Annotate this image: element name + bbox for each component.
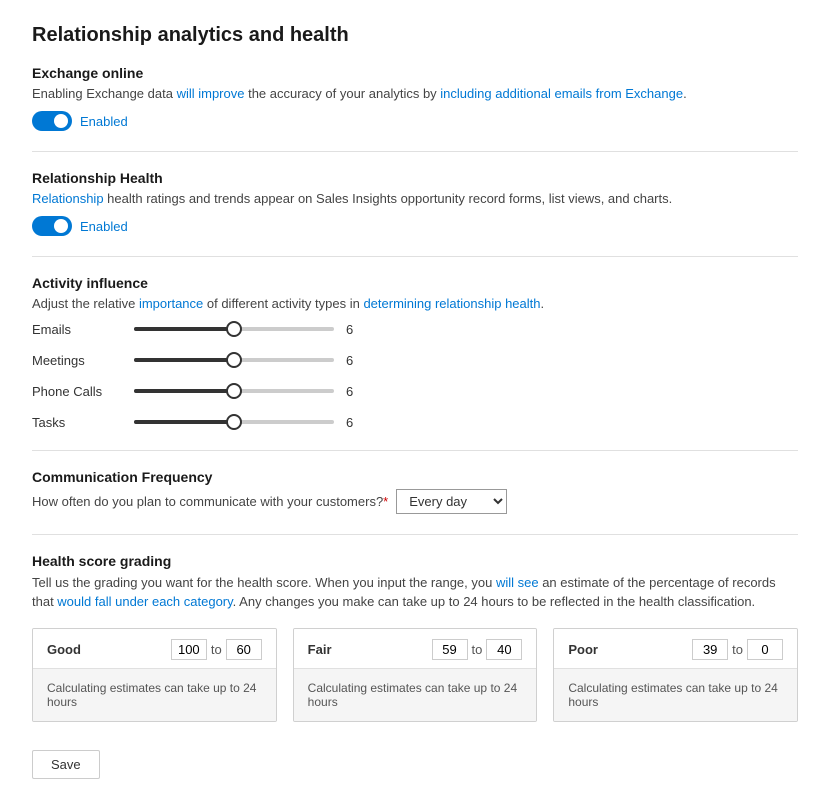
grade-card-header-1: Fair to (294, 629, 537, 669)
grade-cards-container: Good to Calculating estimates can take up … (32, 628, 798, 722)
slider-label-2: Phone Calls (32, 384, 122, 399)
grade-range-from-2[interactable] (692, 639, 728, 660)
slider-value-0: 6 (346, 322, 366, 337)
slider-label-1: Meetings (32, 353, 122, 368)
activity-influence-section: Activity influence Adjust the relative i… (32, 275, 798, 429)
slider-row-emails: Emails 6 (32, 322, 798, 337)
slider-track-3[interactable] (134, 420, 334, 424)
grade-to-label-2: to (732, 642, 743, 657)
exchange-toggle-row: Enabled (32, 111, 798, 131)
relationship-health-toggle-label: Enabled (80, 219, 128, 234)
exchange-toggle-label: Enabled (80, 114, 128, 129)
grade-range-to-2[interactable] (747, 639, 783, 660)
grade-card-header-2: Poor to (554, 629, 797, 669)
grade-range-to-0[interactable] (226, 639, 262, 660)
slider-track-0[interactable] (134, 327, 334, 331)
grade-range-0: to (171, 639, 262, 660)
relationship-health-heading: Relationship Health (32, 170, 798, 186)
grade-card-body-1: Calculating estimates can take up to 24 … (294, 669, 537, 721)
grade-to-label-1: to (472, 642, 483, 657)
exchange-will-improve-link[interactable]: will improve (177, 86, 245, 101)
grade-card-header-0: Good to (33, 629, 276, 669)
grade-range-from-0[interactable] (171, 639, 207, 660)
activity-influence-heading: Activity influence (32, 275, 798, 291)
slider-value-1: 6 (346, 353, 366, 368)
exchange-online-description: Enabling Exchange data will improve the … (32, 85, 798, 103)
slider-row-phone-calls: Phone Calls 6 (32, 384, 798, 399)
relationship-link[interactable]: Relationship (32, 191, 104, 206)
grade-card-title-0: Good (47, 642, 81, 657)
grade-range-from-1[interactable] (432, 639, 468, 660)
would-fall-link[interactable]: would fall under each category (57, 594, 232, 609)
relationship-health-section: Relationship Health Relationship health … (32, 170, 798, 236)
grade-card-title-2: Poor (568, 642, 598, 657)
communication-frequency-section: Communication Frequency How often do you… (32, 469, 798, 514)
relationship-health-toggle-row: Enabled (32, 216, 798, 236)
grade-card-body-0: Calculating estimates can take up to 24 … (33, 669, 276, 721)
divider-1 (32, 151, 798, 152)
divider-4 (32, 534, 798, 535)
grade-card-good: Good to Calculating estimates can take up … (32, 628, 277, 722)
page-title: Relationship analytics and health (32, 24, 798, 47)
slider-value-2: 6 (346, 384, 366, 399)
exchange-online-heading: Exchange online (32, 65, 798, 81)
communication-frequency-dropdown[interactable]: Every dayEvery weekEvery month (396, 489, 507, 514)
slider-label-3: Tasks (32, 415, 122, 430)
health-score-grading-description: Tell us the grading you want for the hea… (32, 573, 798, 612)
importance-link[interactable]: importance (139, 296, 203, 311)
grade-card-poor: Poor to Calculating estimates can take up … (553, 628, 798, 722)
sliders-container: Emails 6 Meetings 6 Phone Calls 6 Tasks 6 (32, 322, 798, 430)
will-see-link[interactable]: will see (496, 575, 539, 590)
determining-health-link[interactable]: determining relationship health (363, 296, 540, 311)
exchange-online-section: Exchange online Enabling Exchange data w… (32, 65, 798, 131)
communication-description: How often do you plan to communicate wit… (32, 494, 388, 509)
grade-card-fair: Fair to Calculating estimates can take up … (293, 628, 538, 722)
divider-2 (32, 256, 798, 257)
slider-row-tasks: Tasks 6 (32, 415, 798, 430)
relationship-health-toggle[interactable] (32, 216, 72, 236)
grade-card-title-1: Fair (308, 642, 332, 657)
health-score-grading-heading: Health score grading (32, 553, 798, 569)
communication-row: How often do you plan to communicate wit… (32, 489, 798, 514)
communication-frequency-heading: Communication Frequency (32, 469, 798, 485)
grade-range-2: to (692, 639, 783, 660)
grade-card-body-2: Calculating estimates can take up to 24 … (554, 669, 797, 721)
slider-track-2[interactable] (134, 389, 334, 393)
slider-value-3: 6 (346, 415, 366, 430)
exchange-including-emails-link[interactable]: including additional emails from Exchang… (440, 86, 683, 101)
exchange-toggle[interactable] (32, 111, 72, 131)
save-button[interactable]: Save (32, 750, 100, 779)
slider-track-1[interactable] (134, 358, 334, 362)
grade-to-label-0: to (211, 642, 222, 657)
health-score-grading-section: Health score grading Tell us the grading… (32, 553, 798, 722)
slider-label-0: Emails (32, 322, 122, 337)
grade-range-to-1[interactable] (486, 639, 522, 660)
activity-influence-description: Adjust the relative importance of differ… (32, 295, 798, 313)
divider-3 (32, 450, 798, 451)
grade-range-1: to (432, 639, 523, 660)
relationship-health-description: Relationship health ratings and trends a… (32, 190, 798, 208)
slider-row-meetings: Meetings 6 (32, 353, 798, 368)
